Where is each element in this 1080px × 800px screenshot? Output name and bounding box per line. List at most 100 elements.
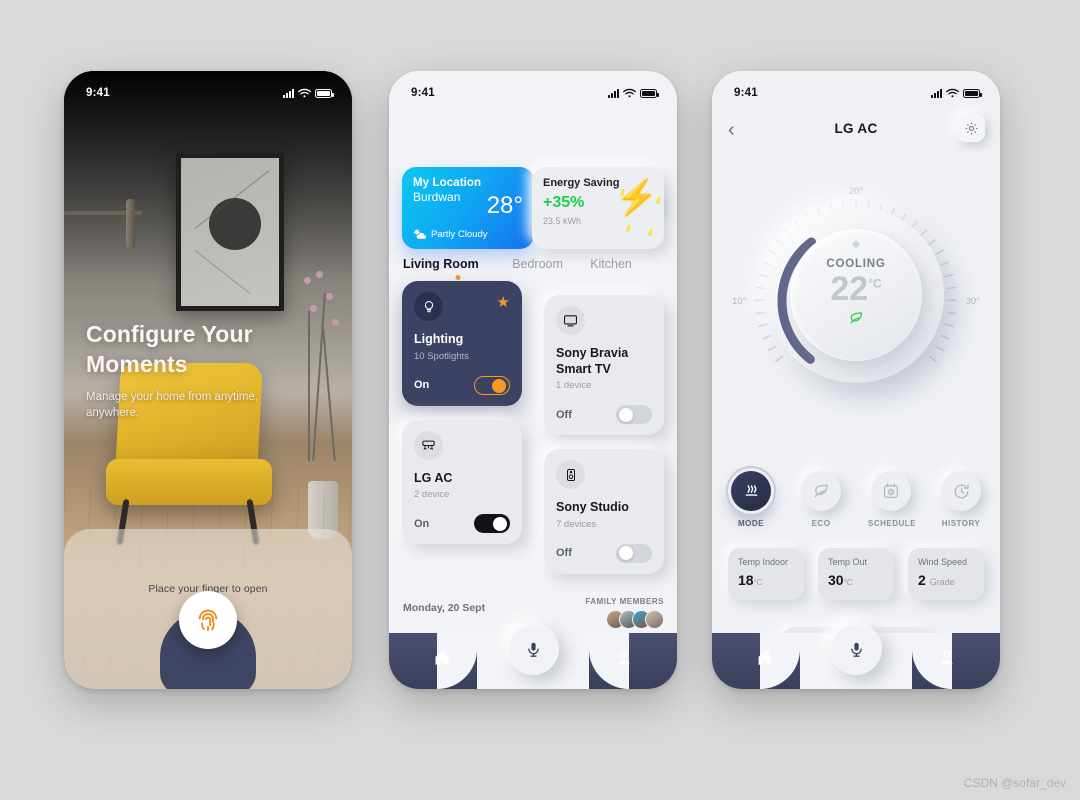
stat-value: 2 [918,572,926,588]
device-name: LG AC [414,470,453,485]
nav-mic-button[interactable] [830,623,882,675]
device-card-lg-ac[interactable]: LG AC 2 device On [402,419,522,545]
leaf-icon [814,484,828,498]
settings-button[interactable] [957,114,985,142]
mode-button-mode[interactable]: MODE [728,471,774,528]
nav-mic-button[interactable] [507,623,559,675]
mode-label: ECO [811,519,831,528]
dial-temp-value: 22 [830,269,869,308]
bulb-icon [424,300,433,312]
dial-mode-label: COOLING [826,257,886,270]
family-members[interactable]: FAMILY MEMBERS [585,597,664,629]
device-card-sony-studio[interactable]: Sony Studio 7 devices Off [544,449,664,574]
phone-screen-home: 9:41 HOME HiArpan Welcome Back [389,71,677,689]
lightning-bolt-icon: ⚡ [615,179,658,217]
stat-card-temp-indoor[interactable]: Temp Indoor 18°C [728,548,804,600]
device-sub: 7 devices [556,518,597,530]
microphone-icon [527,642,539,657]
device-toggle[interactable] [616,405,652,425]
nav-home-button[interactable] [433,649,451,672]
mode-button-history[interactable]: HISTORY [938,471,984,528]
nav-profile-button[interactable] [938,649,956,672]
device-name: Sony Studio [556,500,629,515]
stat-card-temp-out[interactable]: Temp Out 30°C [818,548,894,600]
microphone-icon [850,642,862,657]
art-circle [209,198,261,250]
stat-card-wind-speed[interactable]: Wind Speed 2 Grade [908,548,984,600]
device-state: On [414,379,430,392]
hero-text-block: Configure Your Moments Manage your home … [86,319,316,422]
ac-topbar: ‹ LG AC [712,114,1000,147]
phone-screen-lockscreen: 9:41 Configure Your Moments Manage your … [64,71,352,689]
stat-key: Wind Speed [918,557,968,567]
dial-temp-unit: °C [868,276,882,291]
status-bar: 9:41 [712,71,1000,105]
device-sub: 1 device [556,380,592,392]
status-bar: 9:41 [64,71,352,105]
device-name: Sony Bravia Smart TV [556,346,629,376]
device-card-sony-bravia-smart-tv[interactable]: Sony Bravia Smart TV 1 device Off [544,295,664,436]
wifi-icon [946,88,959,98]
family-members-label: FAMILY MEMBERS [585,597,664,606]
room-tab-bedroom[interactable]: Bedroom [512,257,590,271]
gear-icon [965,122,977,134]
stat-unit: °C [843,578,853,587]
avatar[interactable] [645,610,664,629]
leaf-icon [850,311,862,324]
device-state: Off [556,408,572,421]
energy-kwh: 23.5 kWh [543,216,582,226]
nav-profile-button[interactable] [615,649,633,672]
dial-inner-face: COOLING 22°C [790,229,922,361]
energy-card[interactable]: Energy Saving +35% 23.5 kWh ⚡ [532,167,664,249]
mode-button-eco[interactable]: ECO [798,471,844,528]
heat-waves-icon-wrap [731,471,771,511]
device-toggle[interactable] [474,375,510,395]
hero-title-line1: Configure Your [86,321,253,347]
wall-art-frame [176,153,284,311]
stat-unit: °C [753,578,763,587]
home-icon [435,650,449,665]
date-label: Monday, 20 Sept [403,602,486,614]
bottom-nav [712,623,1000,689]
stat-cards: Temp Indoor 18°C Temp Out 30°C Wind Spee… [728,548,984,600]
room-tabs: Living Room Bedroom Kitchen [403,257,663,271]
leaf-icon-wrap [801,471,841,511]
room-tab-living-room[interactable]: Living Room [403,257,512,271]
ac-icon [422,440,435,450]
history-icon [954,483,969,498]
room-tab-kitchen[interactable]: Kitchen [590,257,632,271]
status-time: 9:41 [411,87,435,99]
fingerprint-icon [198,609,218,631]
device-column-right: Sony Bravia Smart TV 1 device Off Sony S… [544,295,664,588]
temperature-dial[interactable]: 20° 10° 30° COOLING 22°C [732,186,980,411]
mode-label: SCHEDULE [868,519,917,528]
wifi-icon [298,88,311,98]
person-icon [618,651,630,664]
stat-unit: Grade [929,577,955,587]
hero-subtitle-line1: Manage your home from anytime, [86,390,258,403]
home-body: 9:41 HOME HiArpan Welcome Back [389,71,677,689]
battery-icon [640,89,659,98]
nav-home-button[interactable] [756,649,774,672]
status-bar: 9:41 [389,71,677,105]
signal-icon [931,89,942,98]
device-toggle[interactable] [616,543,652,563]
mode-button-schedule[interactable]: SCHEDULE [868,471,917,528]
device-toggle[interactable] [474,514,510,534]
dial-scale-right: 30° [965,296,980,307]
heat-waves-icon [745,484,757,496]
favorite-star-icon[interactable]: ★ [497,293,510,311]
weather-temp: 28° [486,192,523,219]
calendar-clock-icon-wrap [871,471,911,511]
device-card-lighting[interactable]: ★ Lighting 10 Spotlights On [402,281,522,406]
wall-lamp-rod [126,199,135,249]
device-state: Off [556,547,572,560]
stat-key: Temp Indoor [738,557,789,567]
dial-indicator-dot [852,241,860,248]
stat-value: 18 [738,572,754,588]
fingerprint-button[interactable] [179,591,237,649]
home-icon [758,650,772,665]
history-icon-wrap [941,471,981,511]
speaker-icon-wrap [556,460,585,490]
weather-card[interactable]: My Location Burdwan 28° Partly Cloudy [402,167,534,249]
